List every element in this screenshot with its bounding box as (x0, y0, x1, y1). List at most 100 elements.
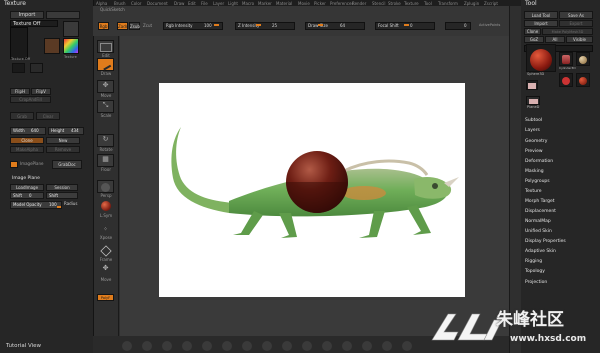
rgb-intensity-slider[interactable]: Rgb Intensity 100 (163, 22, 223, 30)
bottom-button[interactable] (202, 341, 212, 351)
load-tool-button[interactable]: Load Tool (524, 11, 558, 19)
move-cam-button[interactable]: ✥ (97, 264, 114, 277)
rgb-button[interactable]: Rgb (98, 22, 109, 30)
quick-sketch-button[interactable]: QuickSketch (100, 8, 125, 12)
width-value: 640 (31, 128, 39, 133)
save-as-button[interactable]: Save As (559, 11, 593, 19)
zsub-button[interactable]: Zsub (129, 22, 140, 30)
bottom-button[interactable] (262, 341, 272, 351)
menu-geometry[interactable]: Geometry (525, 139, 547, 145)
polyf-button[interactable]: PolyF (97, 294, 114, 301)
tutorial-view-tab[interactable]: Tutorial View (6, 343, 41, 350)
clear-button[interactable]: Clear (36, 112, 60, 120)
draw-button[interactable] (97, 58, 114, 71)
width-slider[interactable]: Width 640 (10, 127, 46, 135)
persp-button[interactable] (97, 180, 114, 193)
bottom-button[interactable] (342, 341, 352, 351)
bottom-button[interactable] (282, 341, 292, 351)
floor-button[interactable]: ▦ (97, 154, 114, 167)
flip-h-button[interactable]: FlipH (10, 88, 30, 95)
edit-button[interactable] (97, 40, 114, 53)
bottom-button[interactable] (302, 341, 312, 351)
menu-masking[interactable]: Masking (525, 169, 544, 175)
menu-deformation[interactable]: Deformation (525, 159, 553, 165)
menu-displacement[interactable]: Displacement (525, 209, 556, 215)
menu-layers[interactable]: Layers (525, 128, 540, 134)
menu-normalmap[interactable]: NormalMap (525, 219, 551, 225)
new-button[interactable]: New (46, 137, 80, 144)
bottom-button[interactable] (242, 341, 252, 351)
bottom-button[interactable] (382, 341, 392, 351)
goz-button[interactable]: GoZ (524, 36, 544, 43)
menu-adaptive-skin[interactable]: Adaptive Skin (525, 249, 556, 255)
model-opacity-slider[interactable]: Model Opacity 100 (10, 201, 62, 209)
scale-button[interactable]: ⤡ (97, 100, 114, 113)
import-tool-button[interactable]: Import (524, 20, 558, 27)
menu-morph-target[interactable]: Morph Target (525, 199, 555, 205)
cylinder-thumb[interactable] (559, 52, 573, 66)
menu-polygroups[interactable]: Polygroups (525, 179, 550, 185)
bottom-button[interactable] (162, 341, 172, 351)
sphere3d-1-thumb[interactable] (576, 73, 590, 87)
simplebrush-thumb[interactable] (559, 73, 573, 87)
material-ball-button[interactable] (97, 200, 114, 213)
texture-thumb-small-1[interactable] (12, 63, 25, 73)
import-button[interactable]: Import (10, 11, 44, 19)
bottom-button[interactable] (222, 341, 232, 351)
remove-button[interactable]: Remove (46, 146, 80, 153)
bottom-button[interactable] (182, 341, 192, 351)
shift-h-slider[interactable]: Shift (46, 192, 78, 199)
active-points-slider[interactable]: 0 (445, 22, 471, 30)
menu-texture[interactable]: Texture (525, 189, 541, 195)
frame-button[interactable] (97, 244, 114, 257)
bottom-button[interactable] (362, 341, 372, 351)
image-plane-toggle[interactable] (10, 161, 18, 168)
load-image-button[interactable]: LoadImage (10, 184, 44, 191)
move-button[interactable]: ✥ (97, 80, 114, 93)
make-alpha-button[interactable]: MakeAlpha (10, 146, 44, 153)
draw-size-slider[interactable]: Draw Size 64 (305, 22, 365, 30)
bottom-button[interactable] (142, 341, 152, 351)
crop-fill-button[interactable]: CropAndFill (10, 96, 51, 103)
export-button[interactable] (46, 11, 80, 19)
menu-display-properties[interactable]: Display Properties (525, 239, 566, 245)
flip-v-button[interactable]: FlipV (31, 88, 51, 95)
texture-thumb-color[interactable] (63, 38, 79, 54)
document-canvas[interactable] (159, 83, 465, 297)
height-slider[interactable]: Height 434 (48, 127, 84, 135)
texture-thumb-small-2[interactable] (30, 63, 43, 73)
export-tool-button[interactable]: Export (559, 20, 593, 27)
polymesh-thumb[interactable] (576, 52, 590, 66)
bottom-button[interactable] (122, 341, 132, 351)
texture-thumb-stamp[interactable] (63, 21, 79, 37)
visible-button[interactable]: Visible (566, 36, 593, 43)
focal-shift-slider[interactable]: Focal Shift 0 (375, 22, 435, 30)
grab-button[interactable]: Grab (10, 112, 34, 120)
zcut-button[interactable]: Zcut (143, 24, 152, 28)
menu-rigging[interactable]: Rigging (525, 259, 542, 265)
all-button[interactable]: All (545, 36, 565, 43)
shift-slider[interactable]: Shift 0 (10, 192, 44, 199)
sphere3d-thumb[interactable] (526, 44, 556, 72)
plane-thumb[interactable] (526, 80, 538, 90)
bottom-button[interactable] (322, 341, 332, 351)
bottom-button[interactable] (402, 341, 412, 351)
clone-button[interactable]: Clone (10, 137, 44, 144)
texture-off-thumb[interactable] (10, 27, 28, 59)
session-button[interactable]: Session (46, 184, 78, 191)
make-polymesh-button[interactable]: Make PolyMesh3D (542, 28, 593, 35)
zadd-button[interactable]: Zadd (117, 22, 128, 30)
persp-label: Persp (100, 193, 112, 198)
rotate-button[interactable]: ↻ (97, 134, 114, 147)
texture-thumb-wood[interactable] (44, 38, 60, 54)
menu-preview[interactable]: Preview (525, 149, 543, 155)
menu-unified-skin[interactable]: Unified Skin (525, 229, 552, 235)
clone-tool-button[interactable]: Clone (524, 28, 541, 35)
grab-doc-button[interactable]: GrabDoc (52, 160, 82, 169)
z-intensity-slider[interactable]: Z Intensity 25 (235, 22, 295, 30)
menu-topology[interactable]: Topology (525, 269, 545, 275)
texture-slot[interactable]: Texture Off (10, 20, 58, 27)
plane-thumb-2[interactable] (526, 96, 540, 105)
menu-subtool[interactable]: Subtool (525, 118, 542, 124)
menu-projection[interactable]: Projection (525, 280, 547, 286)
